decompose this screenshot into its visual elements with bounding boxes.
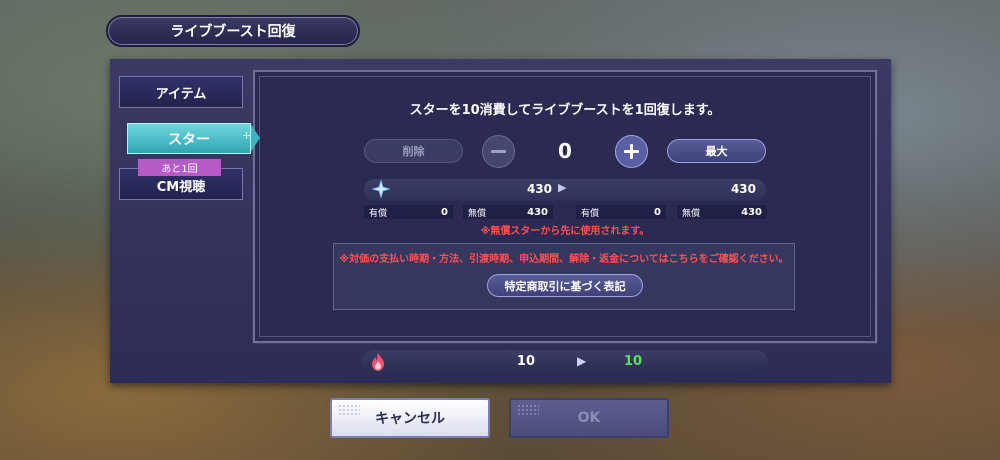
increment-button[interactable] (615, 135, 648, 168)
live-boost-bar (362, 350, 768, 374)
tab-star[interactable]: スター (127, 123, 251, 154)
star-arrow-icon: ▶ (558, 181, 567, 194)
delete-button[interactable]: 削除 (364, 139, 463, 163)
commercial-law-button[interactable]: 特定商取引に基づく表記 (487, 274, 643, 297)
ok-button-label: OK (577, 410, 601, 426)
paid-before-value: 0 (441, 206, 448, 218)
boost-before-value: 10 (516, 354, 535, 369)
free-stars-first-note: ※無償スターから先に使用されます。 (480, 226, 650, 237)
commercial-law-button-label: 特定商取引に基づく表記 (504, 279, 626, 293)
tab-star-label: スター (168, 131, 210, 148)
remaining-count-text: あと1回 (161, 164, 198, 175)
ok-button[interactable]: OK (509, 398, 669, 438)
paid-after-label: 有償 (581, 208, 600, 219)
star-icon (370, 178, 392, 203)
tab-star-plus-icon: + (242, 129, 252, 142)
paid-after-box: 有償 0 (576, 205, 666, 219)
paid-before-box: 有償 0 (364, 205, 453, 219)
remaining-count-badge: あと1回 (138, 159, 221, 176)
boost-arrow-icon: ▶ (577, 354, 587, 368)
cancel-button[interactable]: キャンセル (330, 398, 490, 438)
boost-after-value: 10 (624, 354, 643, 369)
tab-star-pointer (250, 123, 260, 153)
star-balance-after: 430 (730, 182, 756, 196)
free-after-label: 無償 (682, 208, 701, 219)
free-after-value: 430 (741, 206, 762, 218)
paid-after-value: 0 (654, 206, 661, 218)
max-button[interactable]: 最大 (667, 139, 766, 163)
tab-cm-label: CM視聴 (156, 179, 206, 195)
flame-icon (368, 352, 388, 372)
paid-before-label: 有償 (369, 208, 388, 219)
tab-item-label: アイテム (155, 86, 207, 102)
delete-button-label: 削除 (402, 145, 425, 158)
tab-item[interactable]: アイテム (119, 76, 243, 108)
dialog-title-text: ライブブースト回復 (170, 24, 296, 40)
max-button-label: 最大 (705, 145, 728, 158)
star-balance-before: 430 (526, 182, 552, 196)
dialog-title: ライブブースト回復 (106, 15, 360, 47)
minus-icon (491, 150, 506, 153)
free-before-box: 無償 430 (463, 205, 553, 219)
dots-decoration-icon (517, 404, 539, 416)
decrement-button[interactable] (482, 135, 515, 168)
free-after-box: 無償 430 (677, 205, 767, 219)
plus-icon (624, 144, 639, 159)
dots-decoration-icon (338, 404, 360, 416)
legal-notice-text: ※対価の支払い時期・方法、引渡時期、申込期間、解除・返金についてはこちらをご確認… (339, 254, 789, 265)
cancel-button-label: キャンセル (375, 411, 445, 427)
free-before-value: 430 (527, 206, 548, 218)
consume-message: スターを10消費してライブブーストを1回復します。 (409, 103, 721, 118)
free-before-label: 無償 (468, 208, 487, 219)
quantity-value: 0 (558, 139, 572, 163)
